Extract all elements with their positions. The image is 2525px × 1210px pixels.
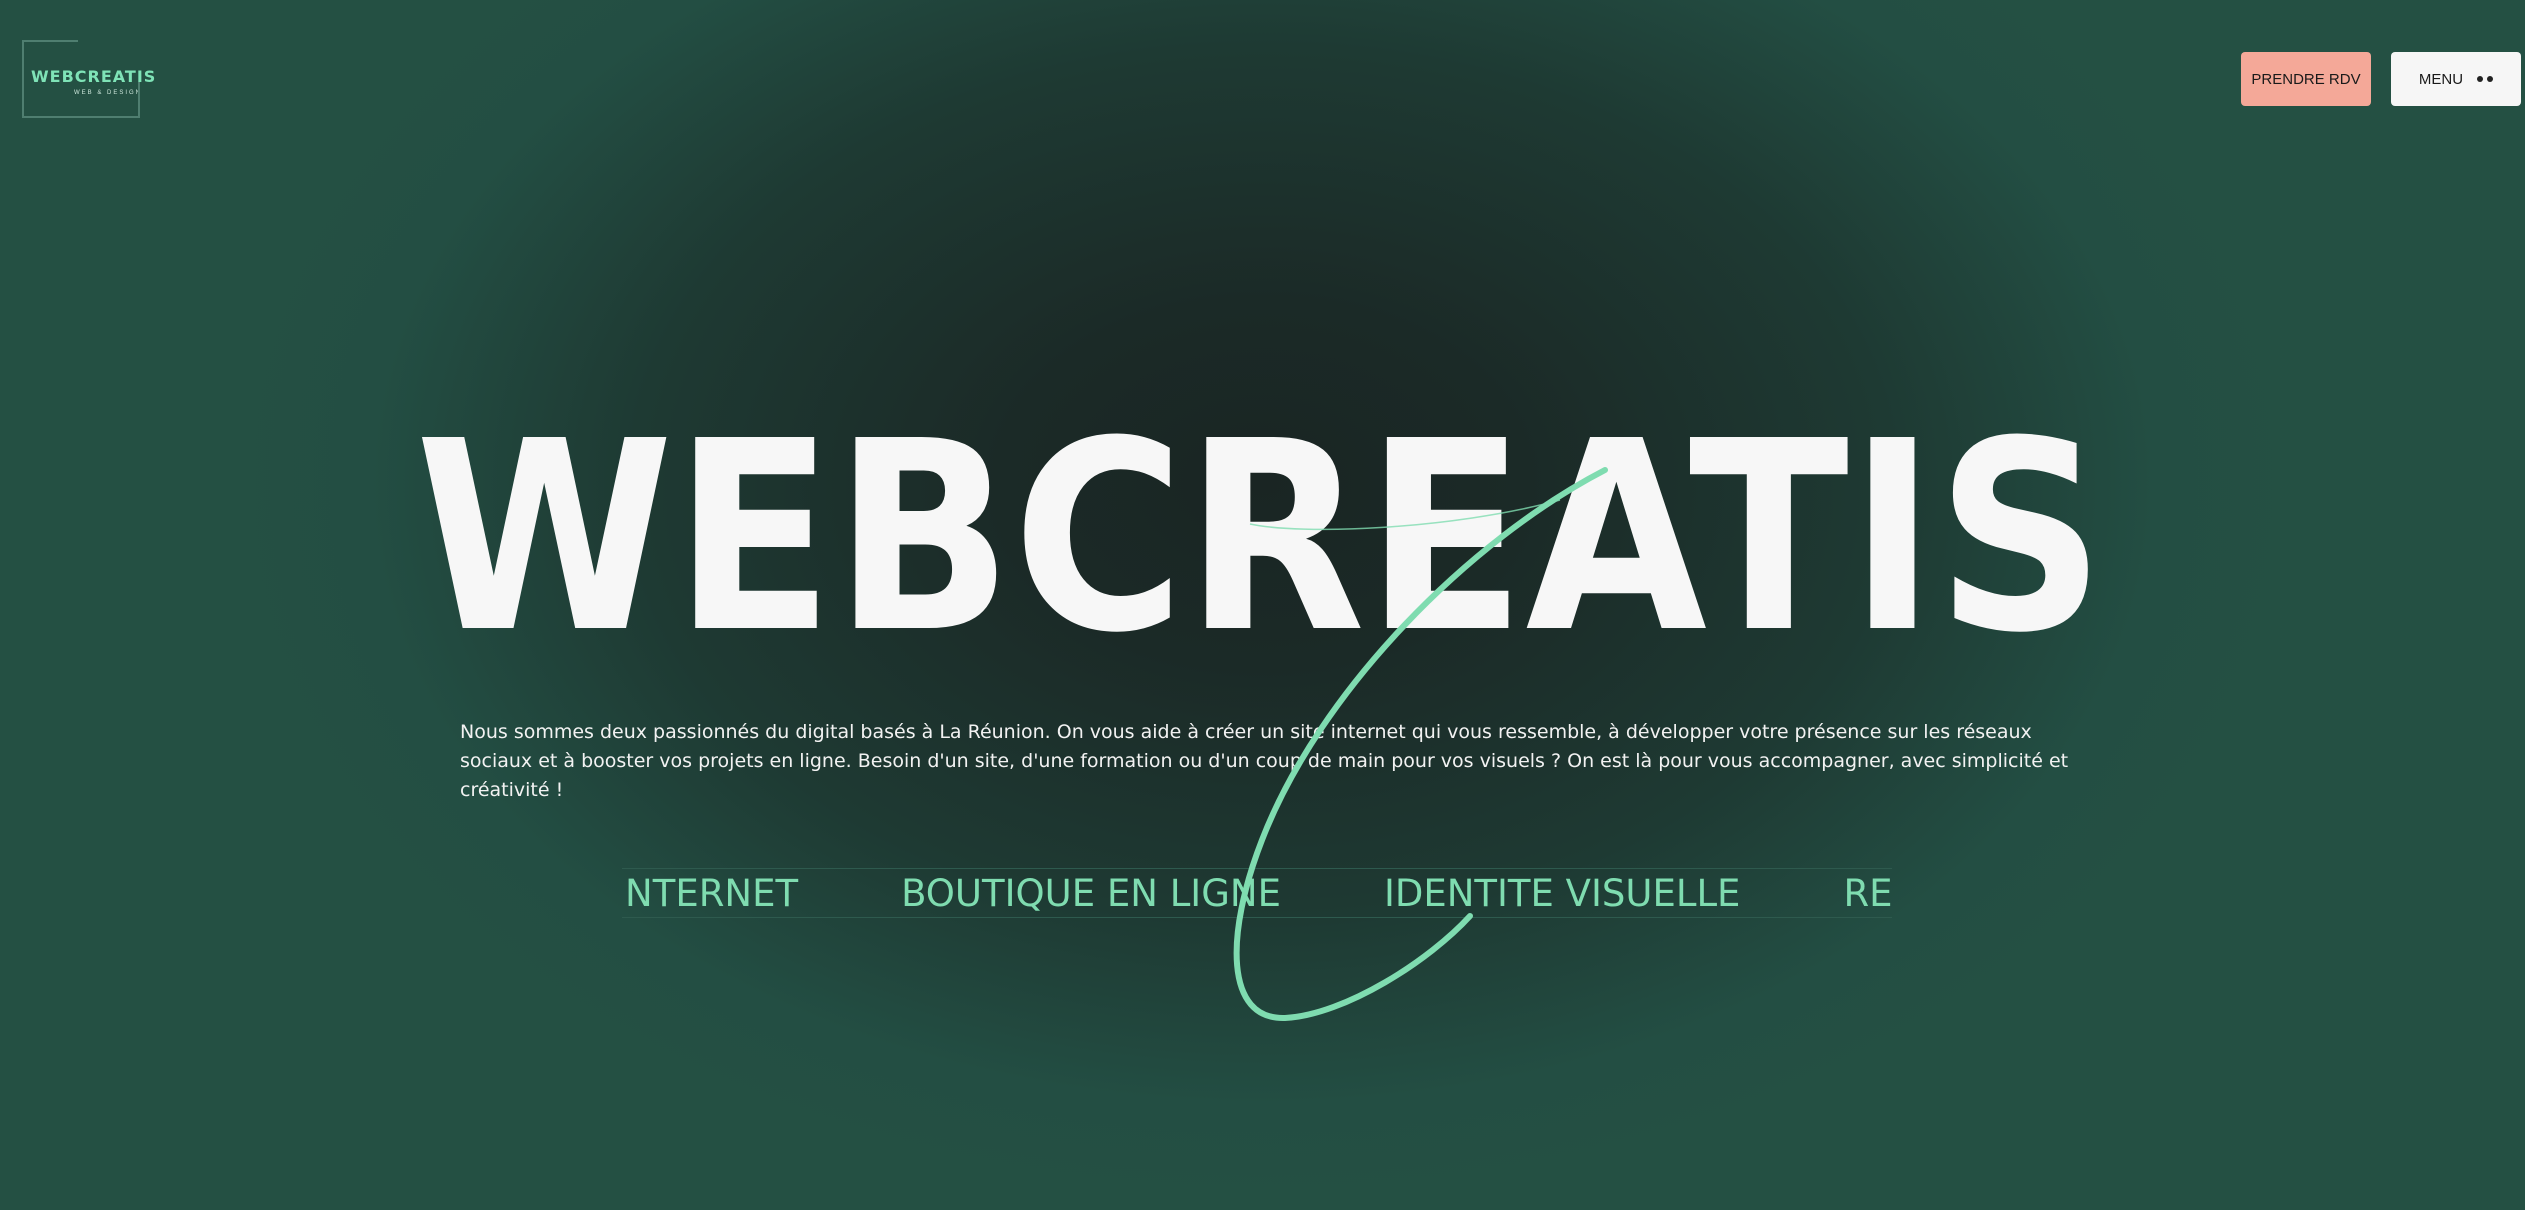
hero-title: WEBCREATIS <box>405 385 2115 690</box>
logo-subtitle: WEB & DESIGN <box>74 90 143 96</box>
logo-title: WEBCREATIS <box>31 67 157 86</box>
menu-button[interactable]: MENU <box>2391 52 2521 106</box>
services-track: SITE INTERNET BOUTIQUE EN LIGNE IDENTITE… <box>622 869 1892 917</box>
service-item-boutique[interactable]: BOUTIQUE EN LIGNE <box>901 872 1281 915</box>
hero-title-text: WEBCREATIS <box>415 425 2105 645</box>
prendre-rdv-label: PRENDRE RDV <box>2251 70 2361 88</box>
hero-title-svg: WEBCREATIS <box>415 385 2105 690</box>
service-item-identite[interactable]: IDENTITE VISUELLE <box>1384 872 1741 915</box>
service-item-refonte[interactable]: REFONTE & SEO <box>1843 872 1892 915</box>
two-dots-icon <box>2477 76 2494 82</box>
prendre-rdv-button[interactable]: PRENDRE RDV <box>2241 52 2371 106</box>
services-marquee: SITE INTERNET BOUTIQUE EN LIGNE IDENTITE… <box>622 868 1892 918</box>
logo[interactable]: WEBCREATIS WEB & DESIGN <box>22 40 155 118</box>
hero-description: Nous sommes deux passionnés du digital b… <box>460 721 2069 801</box>
service-item-site-internet[interactable]: SITE INTERNET <box>622 872 798 915</box>
menu-label: MENU <box>2418 70 2464 88</box>
